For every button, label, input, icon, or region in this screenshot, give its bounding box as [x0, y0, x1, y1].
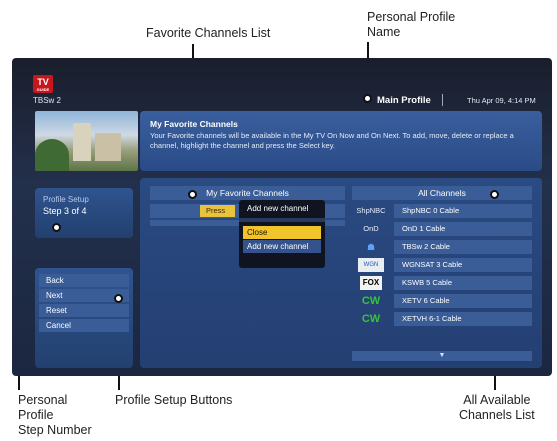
thumbnail-tower	[73, 123, 91, 161]
callout-step-line1: Personal	[18, 393, 68, 407]
channel-row[interactable]: ShpNBC ShpNBC 0 Cable	[352, 204, 532, 218]
popup-title: Add new channel	[247, 204, 309, 213]
callout-all-channels-list: All Available Channels List	[459, 393, 535, 423]
wgn-icon: WGN	[358, 258, 384, 272]
callout-dot-step	[52, 223, 61, 232]
callout-profile-name-line2: Name	[367, 25, 401, 39]
profile-setup-buttons: Back Next Reset Cancel	[35, 268, 133, 368]
channel-row[interactable]: CW XETV 6 Cable	[352, 294, 532, 308]
profile-step-number: Step 3 of 4	[43, 206, 87, 216]
tv-guide-logo: TV GUIDE	[33, 75, 53, 93]
all-channels-list: ShpNBC ShpNBC 0 Cable OnD OnD 1 Cable ☗ …	[352, 204, 532, 330]
add-channel-popup: Add new channel Close Add new channel	[239, 200, 325, 268]
thumbnail-tree	[35, 139, 69, 171]
callout-dot-favorite	[188, 190, 197, 199]
thumbnail-building	[95, 133, 121, 161]
cw-icon: CW	[361, 313, 381, 325]
channel-row[interactable]: FOX KSWB 5 Cable	[352, 276, 532, 290]
tv-guide-logo-bottom: GUIDE	[36, 87, 50, 92]
channel-name: KSWB 5 Cable	[394, 276, 532, 290]
channel-logo: ShpNBC	[356, 206, 386, 215]
channel-row[interactable]: OnD OnD 1 Cable	[352, 222, 532, 236]
header-divider	[442, 94, 443, 106]
callout-step-line3: Step Number	[18, 423, 92, 437]
callout-profile-setup-buttons: Profile Setup Buttons	[115, 393, 233, 407]
fox-icon: FOX	[360, 276, 382, 290]
all-channels-header: All Channels	[352, 186, 532, 200]
callout-profile-name-line1: Personal Profile	[367, 10, 456, 24]
channel-name: TBSw 2 Cable	[394, 240, 532, 254]
profile-setup-box: Profile Setup Step 3 of 4	[35, 188, 133, 238]
popup-divider	[239, 218, 325, 222]
popup-option-add-new-channel[interactable]: Add new channel	[243, 240, 321, 253]
press-hint: Press	[200, 205, 235, 217]
channel-logo: OnD	[363, 224, 379, 233]
callout-all-channels-line1: All Available	[463, 393, 531, 407]
tv-guide-logo-top: TV	[37, 77, 49, 87]
channel-name: XETV 6 Cable	[394, 294, 532, 308]
back-button[interactable]: Back	[39, 274, 129, 287]
cancel-button[interactable]: Cancel	[39, 319, 129, 332]
tv-screen: TV GUIDE TBSw 2 Main Profile Thu Apr 09,…	[12, 58, 552, 376]
reset-button[interactable]: Reset	[39, 304, 129, 317]
callout-favorite-channels-list: Favorite Channels List	[146, 26, 271, 40]
cw-icon: CW	[361, 295, 381, 307]
current-channel: TBSw 2	[33, 96, 62, 105]
callout-all-channels-line2: Channels List	[459, 408, 535, 422]
description-text: Your Favorite channels will be available…	[150, 131, 514, 150]
tbs-icon: ☗	[366, 242, 376, 252]
channel-row[interactable]: CW XETVH 6-1 Cable	[352, 312, 532, 326]
scroll-down-arrow-icon[interactable]: ▼	[352, 351, 532, 361]
profile-setup-label: Profile Setup	[43, 195, 89, 204]
callout-step-line2: Profile	[18, 408, 54, 422]
favorite-channels-header: My Favorite Channels	[150, 186, 345, 200]
channel-name: WGNSAT 3 Cable	[394, 258, 532, 272]
callout-profile-step-number: Personal Profile Step Number	[18, 393, 92, 438]
channel-name: ShpNBC 0 Cable	[394, 204, 532, 218]
datetime: Thu Apr 09, 4:14 PM	[467, 96, 536, 105]
channel-row[interactable]: WGN WGNSAT 3 Cable	[352, 258, 532, 272]
callout-dot-profile-name	[363, 94, 372, 103]
popup-option-close[interactable]: Close	[243, 226, 321, 239]
callout-dot-all-channels	[490, 190, 499, 199]
callout-dot-buttons	[114, 294, 123, 303]
channel-row[interactable]: ☗ TBSw 2 Cable	[352, 240, 532, 254]
description-panel: My Favorite Channels Your Favorite chann…	[140, 111, 542, 171]
channel-preview-thumbnail	[35, 111, 138, 171]
channels-panel: My Favorite Channels Press Add new chann…	[140, 178, 542, 368]
profile-name: Main Profile	[377, 95, 431, 106]
channel-name: OnD 1 Cable	[394, 222, 532, 236]
channel-name: XETVH 6-1 Cable	[394, 312, 532, 326]
callout-personal-profile-name: Personal Profile Name	[367, 10, 455, 40]
description-title: My Favorite Channels	[150, 119, 238, 129]
